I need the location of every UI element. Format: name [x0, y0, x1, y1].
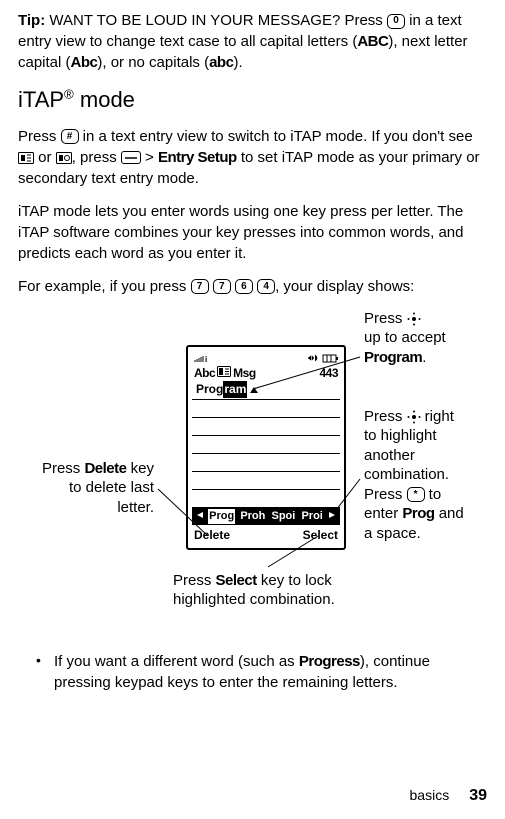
itap-heading: iTAP® mode [18, 85, 487, 116]
key-7a: 7 [191, 279, 209, 294]
key-0: 0 [387, 14, 405, 29]
word-suggestion: Program [192, 383, 340, 399]
section-name: basics [410, 786, 450, 806]
bullet-item: • If you want a different word (such as … [36, 651, 487, 693]
page-number: 39 [469, 785, 487, 807]
itap-secondary-icon [56, 152, 72, 164]
key-hash: # [61, 129, 79, 144]
callout-delete: Press Delete key to delete last letter. [36, 459, 154, 518]
callout-right: Press right to highlight another combina… [364, 407, 489, 544]
abc-lower: abc [209, 54, 233, 71]
softkey-delete: Delete [194, 527, 230, 544]
mode-line: Abc Msg 443 [192, 365, 340, 383]
softkey-select: Select [303, 527, 338, 544]
callout-up: Press up to accept Program. [364, 309, 484, 368]
up-triangle-icon [249, 379, 259, 400]
abc-mixed: Abc [71, 54, 98, 71]
sound-battery-icon [308, 353, 338, 363]
tip-paragraph: Tip: WANT TO BE LOUD IN YOUR MESSAGE? Pr… [18, 10, 487, 73]
page-footer: basics 39 [410, 785, 487, 807]
text-area [192, 399, 340, 508]
callout-select: Press Select key to lock highlighted com… [173, 571, 373, 610]
key-4: 4 [257, 279, 275, 294]
key-star: * [407, 487, 425, 502]
itap-primary-icon [18, 152, 34, 164]
itap-desc-paragraph: iTAP mode lets you enter words using one… [18, 201, 487, 264]
key-6: 6 [235, 279, 253, 294]
bullet-dot: • [36, 651, 54, 693]
phone-screen: i Abc Msg 443 Program ProgProhSpoiProi D… [186, 345, 346, 550]
left-arrow-icon [196, 509, 204, 524]
itap-switch-paragraph: Press # in a text entry view to switch t… [18, 126, 487, 189]
softkey-row: Delete Select [192, 525, 340, 544]
combo-bar: ProgProhSpoiProi [192, 508, 340, 525]
example-paragraph: For example, if you press 7 7 6 4, your … [18, 276, 487, 297]
tip-label: Tip: [18, 12, 45, 29]
abc-upper: ABC [357, 33, 388, 50]
status-bar: i [192, 351, 340, 365]
menu-key-icon [121, 151, 141, 164]
phone-diagram: i Abc Msg 443 Program ProgProhSpoiProi D… [18, 309, 487, 639]
char-count: 443 [319, 365, 338, 382]
key-7b: 7 [213, 279, 231, 294]
signal-icon: i [194, 353, 214, 363]
nav-key-icon-2 [407, 410, 421, 424]
svg-text:i: i [205, 355, 207, 363]
itap-mode-icon [217, 365, 231, 382]
nav-key-icon [407, 312, 421, 326]
right-arrow-icon [328, 509, 336, 524]
